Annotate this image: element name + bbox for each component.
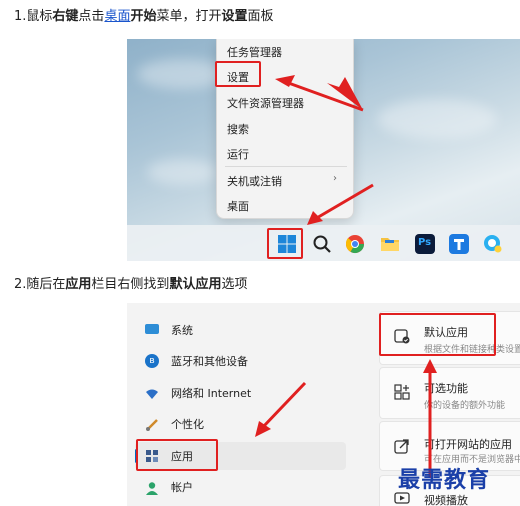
- arrow-head-default-apps-icon: [423, 359, 437, 373]
- arrow-to-apps-shaft: [261, 381, 307, 429]
- watermark: 最需教育: [398, 467, 491, 493]
- arrow-to-start-shaft: [314, 183, 374, 221]
- desktop-link[interactable]: 桌面: [104, 9, 130, 24]
- step-2-text: 2.随后在应用栏目右侧找到默认应用选项: [14, 277, 248, 292]
- start-context-menu-screenshot: 任务管理器 设置 文件资源管理器 搜索 运行 关机或注销 › 桌面 Ps: [127, 39, 520, 261]
- step-1-text: 1.鼠标右键点击桌面开始菜单，打开设置面板: [14, 9, 274, 24]
- arrow-head-apps-icon: [255, 421, 271, 437]
- arrow-head-start-icon: [307, 211, 323, 225]
- red-arrows-overlay: [275, 75, 374, 225]
